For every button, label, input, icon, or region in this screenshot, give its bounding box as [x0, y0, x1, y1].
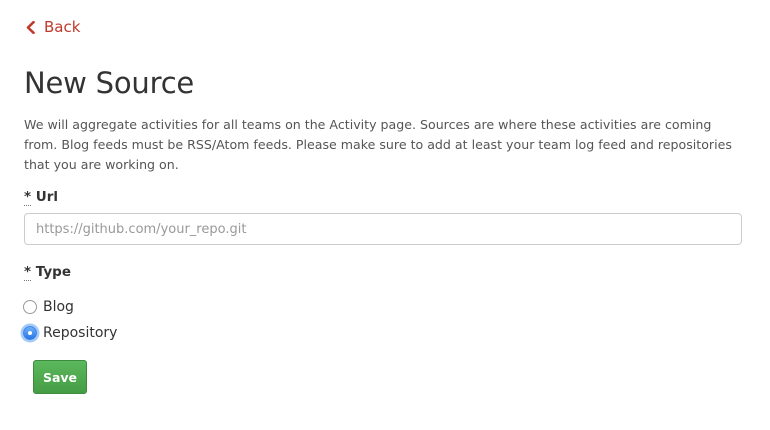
repository-radio[interactable] [23, 326, 37, 340]
url-label: * Url [24, 189, 59, 206]
type-label-text: Type [35, 264, 71, 280]
url-label-text: Url [35, 189, 59, 205]
required-marker: * [24, 264, 32, 281]
blog-label: Blog [43, 299, 74, 315]
repository-label: Repository [43, 325, 118, 341]
chevron-left-icon [26, 20, 35, 34]
type-option-blog[interactable]: Blog [23, 299, 74, 315]
blog-radio[interactable] [23, 300, 37, 314]
page-title: New Source [24, 66, 195, 100]
back-link[interactable]: Back [26, 17, 80, 37]
url-input[interactable] [24, 213, 742, 245]
type-option-repository[interactable]: Repository [23, 325, 117, 341]
page-description: We will aggregate activities for all tea… [24, 117, 732, 172]
back-label: Back [44, 18, 81, 36]
type-label: * Type [24, 264, 71, 281]
required-marker: * [24, 189, 32, 206]
save-button[interactable]: Save [33, 360, 87, 394]
